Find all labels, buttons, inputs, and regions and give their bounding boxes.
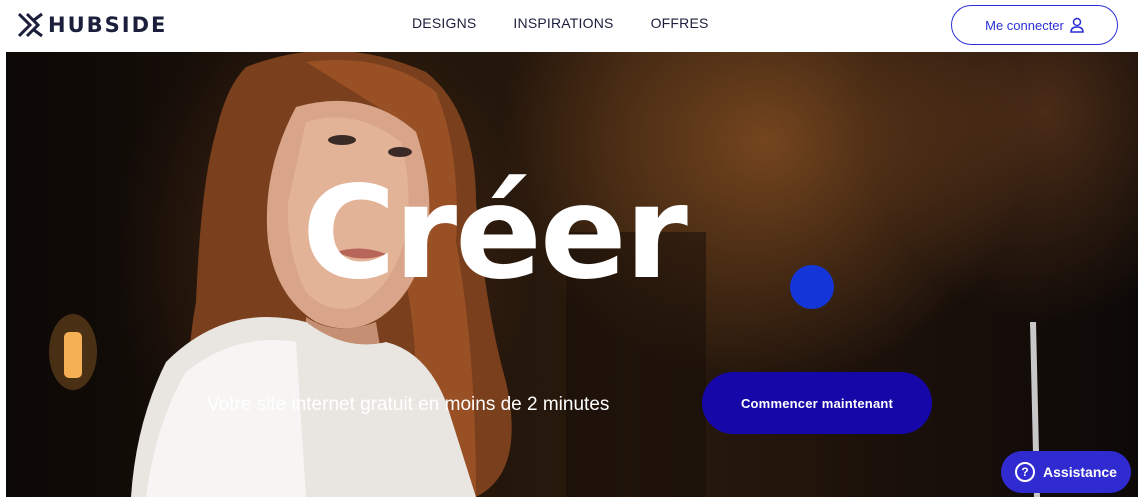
login-label: Me connecter — [985, 17, 1064, 33]
assistance-button[interactable]: ? Assistance — [1001, 451, 1131, 493]
login-button[interactable]: Me connecter — [951, 5, 1118, 45]
nav-item-offres[interactable]: OFFRES — [651, 15, 709, 31]
nav-item-designs[interactable]: DESIGNS — [412, 15, 476, 31]
hero-subtitle: Votre site internet gratuit en moins de … — [207, 394, 610, 415]
double-chevron-x-icon — [18, 12, 43, 38]
nav-item-inspirations[interactable]: INSPIRATIONS — [513, 15, 613, 31]
hero-title-dot — [790, 265, 834, 309]
brand-name: HUBSIDE — [48, 13, 168, 37]
brand-logo[interactable]: HUBSIDE — [18, 11, 167, 39]
start-now-button[interactable]: Commencer maintenant — [702, 372, 932, 434]
site-header: HUBSIDE DESIGNS INSPIRATIONS OFFRES Me c… — [0, 0, 1138, 52]
main-nav: DESIGNS INSPIRATIONS OFFRES — [412, 15, 709, 31]
question-circle-icon: ? — [1015, 462, 1036, 482]
assistance-label: Assistance — [1043, 464, 1117, 480]
user-icon — [1070, 17, 1084, 33]
hero-title: Créer — [302, 159, 688, 308]
hero-section: Créer Votre site internet gratuit en moi… — [6, 52, 1138, 497]
